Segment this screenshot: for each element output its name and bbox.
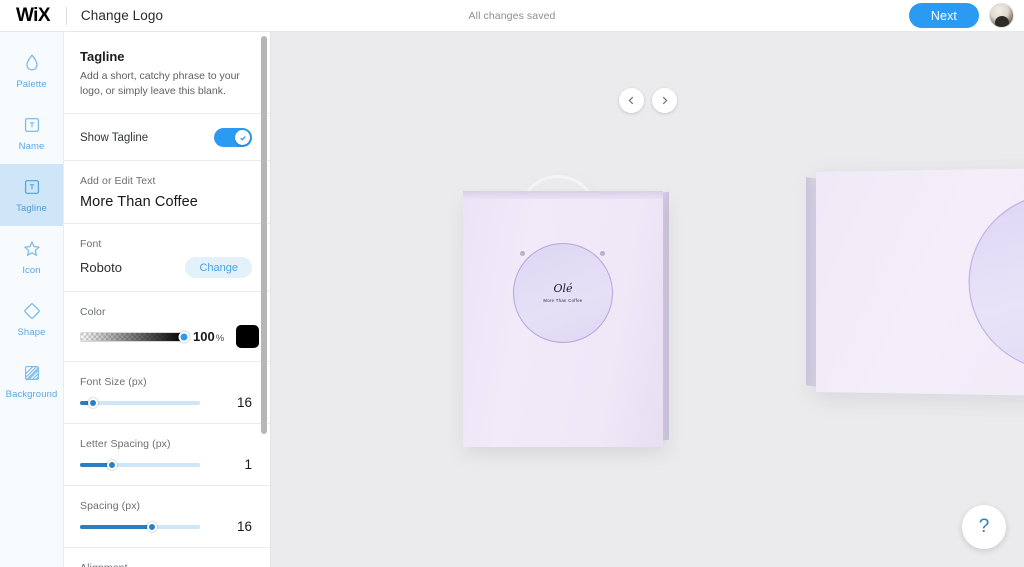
tagline-text-label: Add or Edit Text xyxy=(80,175,156,188)
diamond-icon xyxy=(21,300,43,322)
color-label: Color xyxy=(80,306,106,319)
font-size-slider-thumb[interactable] xyxy=(88,397,99,408)
toggle-knob xyxy=(235,130,250,146)
show-tagline-section: Show Tagline xyxy=(64,114,270,162)
tagline-text-section: Add or Edit Text More Than Coffee xyxy=(64,161,270,225)
logo-editor-app: WiX Change Logo All changes saved Next P… xyxy=(0,0,1024,567)
change-font-button[interactable]: Change xyxy=(185,257,252,279)
show-tagline-toggle[interactable] xyxy=(214,128,252,148)
logo-tagline-text: More Than Coffee xyxy=(543,298,583,303)
alignment-label: Alignment xyxy=(80,562,252,567)
panel-title: Tagline xyxy=(80,49,125,64)
logo-brand-name: Olé xyxy=(553,282,573,295)
sidebar-item-label: Name xyxy=(18,141,45,152)
panel-description: Add a short, catchy phrase to your logo,… xyxy=(80,70,240,98)
letter-spacing-section: Letter Spacing (px) 1 xyxy=(64,424,270,487)
spacing-section: Spacing (px) 16 xyxy=(64,486,270,549)
sidebar-item-label: Icon xyxy=(22,265,41,276)
text-box-icon xyxy=(21,176,43,198)
carousel-nav xyxy=(618,88,677,113)
opacity-number: 100 xyxy=(193,329,215,345)
opacity-slider[interactable] xyxy=(80,331,190,343)
bag-grommet-right xyxy=(600,251,605,256)
hatched-square-icon xyxy=(21,362,43,384)
font-size-value: 16 xyxy=(236,395,252,411)
font-size-slider[interactable] xyxy=(80,397,200,408)
panel-scroll-area: Tagline Add a short, catchy phrase to yo… xyxy=(64,32,270,567)
wix-logo[interactable]: WiX xyxy=(0,6,51,25)
show-tagline-label: Show Tagline xyxy=(80,131,149,144)
tagline-text-input[interactable]: More Than Coffee xyxy=(80,194,252,210)
opacity-slider-track xyxy=(80,331,184,342)
panel-header: Tagline Add a short, catchy phrase to yo… xyxy=(64,32,270,115)
panel-scrollbar[interactable] xyxy=(261,36,267,434)
left-rail-nav: Palette Name Tagline Icon Shape Backgrou… xyxy=(0,32,64,567)
letter-spacing-slider[interactable] xyxy=(80,459,200,470)
font-size-section: Font Size (px) 16 xyxy=(64,362,270,425)
mockup-canvas: Olé More Than Coffee Olé More Than Coffe… xyxy=(271,32,1024,567)
star-icon xyxy=(21,238,43,260)
sidebar-item-name[interactable]: Name xyxy=(0,102,63,164)
font-label: Font xyxy=(80,238,102,251)
bag-top-edge xyxy=(463,191,663,199)
avatar[interactable] xyxy=(989,3,1014,28)
alignment-section: Alignment xyxy=(64,548,270,567)
letter-spacing-value: 1 xyxy=(244,457,252,473)
color-section: Color 100% xyxy=(64,292,270,363)
box-front-face: Olé More Than Coffee xyxy=(816,166,1024,398)
bag-logo-circle: Olé More Than Coffee xyxy=(513,243,613,343)
droplet-icon xyxy=(21,52,43,74)
percent-symbol: % xyxy=(215,333,225,345)
page-title: Change Logo xyxy=(80,8,164,23)
editor-body: Palette Name Tagline Icon Shape Backgrou… xyxy=(0,32,1024,567)
sidebar-item-label: Background xyxy=(5,389,58,400)
box-panel-mockup[interactable]: Olé More Than Coffee xyxy=(806,166,1024,398)
tagline-settings-panel: Tagline Add a short, catchy phrase to yo… xyxy=(64,32,271,567)
next-button[interactable]: Next xyxy=(908,3,979,28)
carousel-prev-button[interactable] xyxy=(618,88,644,113)
spacing-label: Spacing (px) xyxy=(80,500,141,513)
font-section: Font Roboto Change xyxy=(64,224,270,293)
opacity-value: 100% xyxy=(193,329,224,344)
color-swatch[interactable] xyxy=(236,325,260,349)
spacing-slider-thumb[interactable] xyxy=(147,521,157,532)
letter-spacing-slider-thumb[interactable] xyxy=(107,459,118,470)
shopping-bag-mockup[interactable]: Olé More Than Coffee xyxy=(463,167,669,447)
spacing-value: 16 xyxy=(236,519,252,535)
topbar-divider xyxy=(65,6,67,25)
chevron-right-icon xyxy=(662,96,667,105)
font-value: Roboto xyxy=(80,260,122,276)
carousel-next-button[interactable] xyxy=(651,88,677,113)
chevron-left-icon xyxy=(628,96,633,105)
sidebar-item-palette[interactable]: Palette xyxy=(0,40,63,102)
sidebar-item-icon[interactable]: Icon xyxy=(0,226,63,288)
font-size-label: Font Size (px) xyxy=(80,376,147,389)
topbar-actions: Next xyxy=(908,3,1024,28)
sidebar-item-label: Palette xyxy=(16,79,47,90)
letter-spacing-label: Letter Spacing (px) xyxy=(80,438,171,451)
sidebar-item-background[interactable]: Background xyxy=(0,350,63,412)
sidebar-item-label: Tagline xyxy=(16,203,47,214)
box-logo-circle: Olé More Than Coffee xyxy=(968,191,1024,373)
spacing-slider[interactable] xyxy=(80,521,200,532)
sidebar-item-tagline[interactable]: Tagline xyxy=(0,164,63,226)
check-icon xyxy=(239,136,246,141)
spacing-slider-fill xyxy=(80,524,152,529)
text-box-icon xyxy=(21,114,43,136)
bag-grommet-left xyxy=(520,251,525,256)
top-bar: WiX Change Logo All changes saved Next xyxy=(0,0,1024,32)
sidebar-item-label: Shape xyxy=(17,327,46,338)
help-button[interactable]: ? xyxy=(962,505,1006,549)
opacity-slider-thumb[interactable] xyxy=(178,331,190,343)
sidebar-item-shape[interactable]: Shape xyxy=(0,288,63,350)
